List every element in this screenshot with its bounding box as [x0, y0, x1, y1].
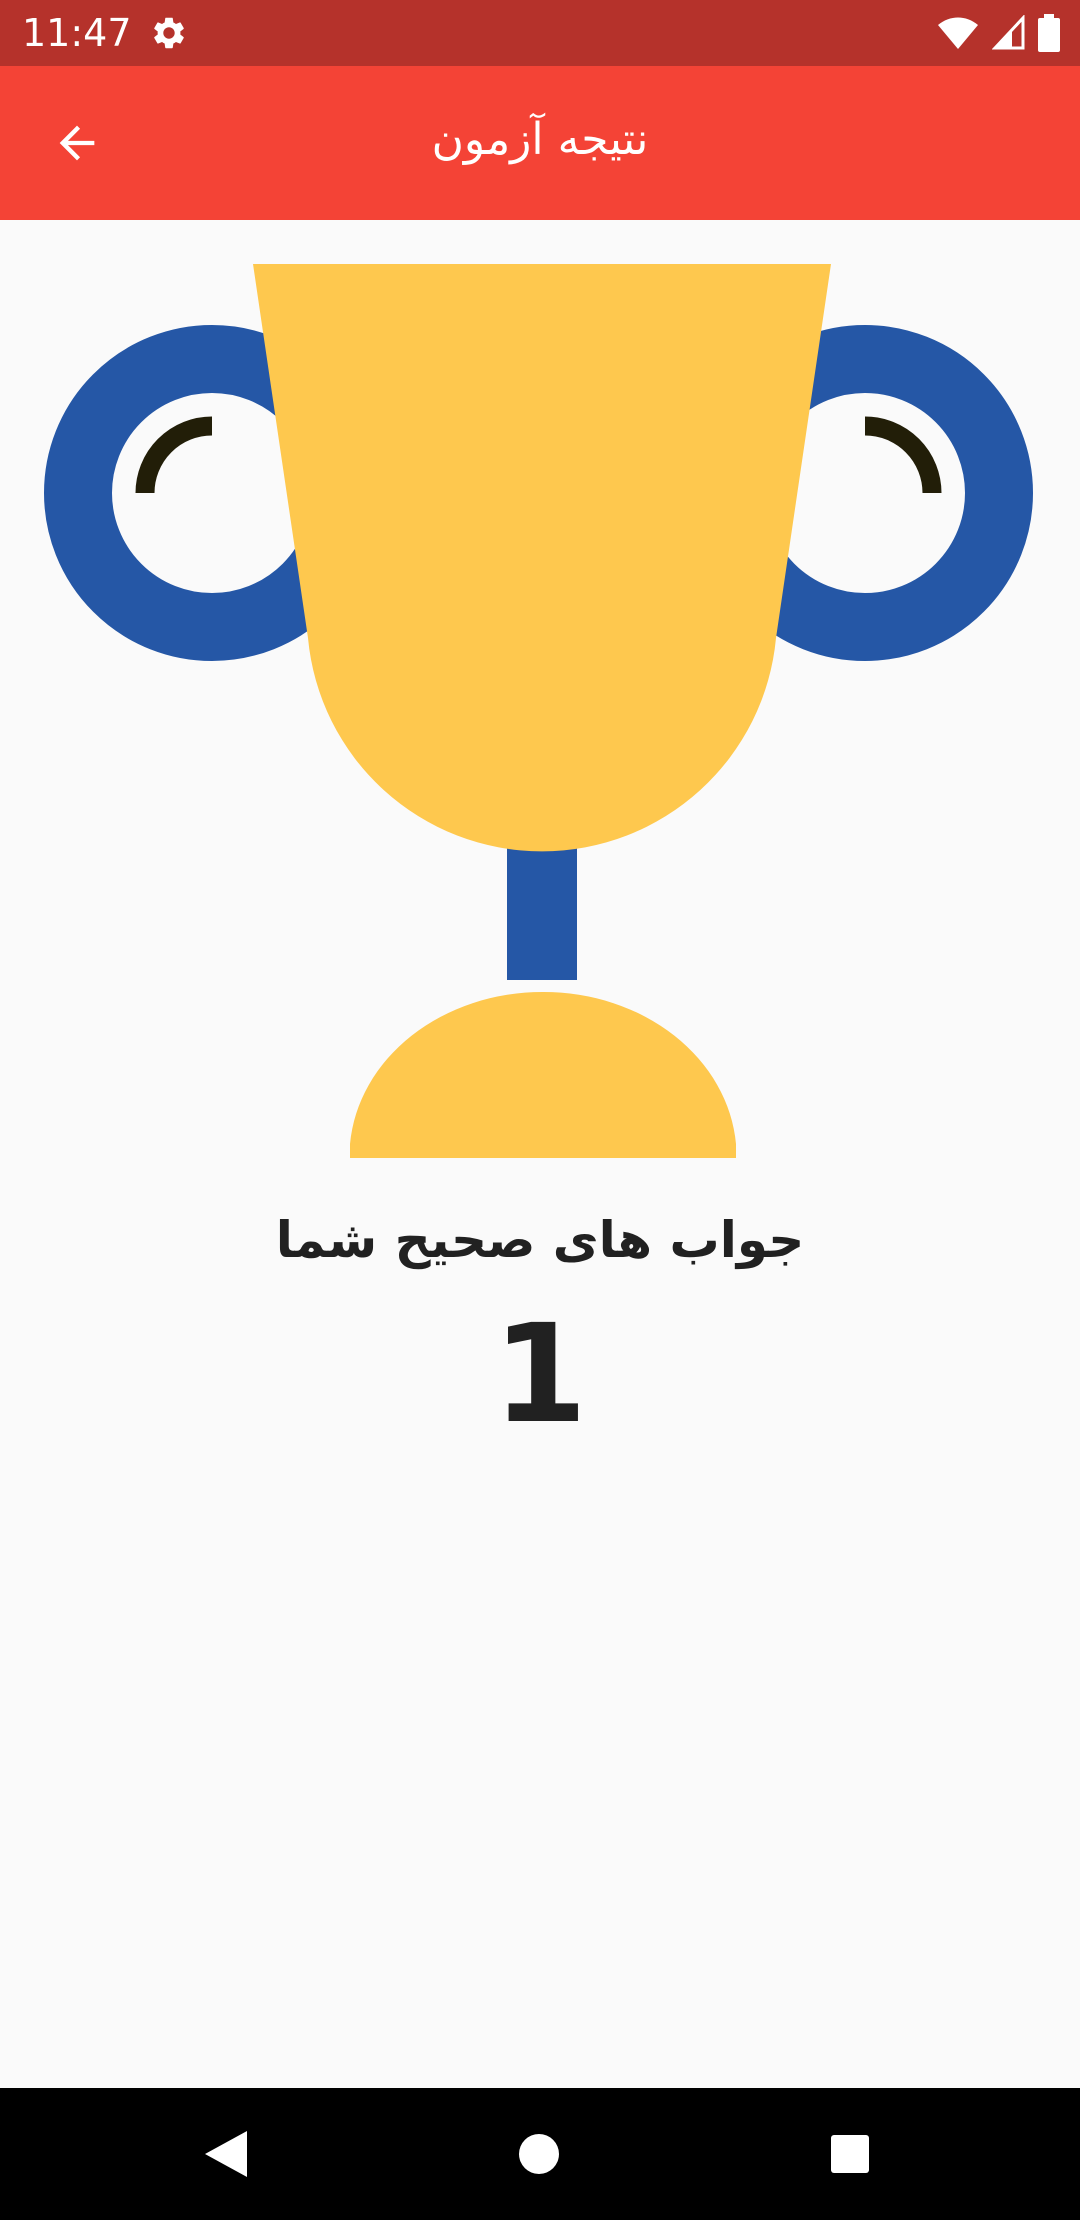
- trophy-cup: [253, 264, 831, 852]
- cellular-signal-icon: [992, 15, 1025, 50]
- trophy-base: [350, 991, 736, 1158]
- system-nav-bar: [0, 2088, 1080, 2220]
- page-title: نتیجه آزمون: [431, 114, 649, 165]
- status-time: 11:47: [22, 11, 132, 55]
- settings-gear-icon: [154, 17, 184, 49]
- battery-icon: [1038, 14, 1060, 52]
- recents-square-icon: [831, 2135, 869, 2173]
- trophy-left-arc: [135, 416, 213, 494]
- status-bar: 11:47: [0, 0, 1080, 66]
- status-icons: [936, 14, 1060, 52]
- correct-answers-count: 1: [492, 1296, 588, 1454]
- wifi-icon: [938, 17, 978, 49]
- app-bar: نتیجه آزمون: [0, 66, 1080, 220]
- trophy-right-arc: [864, 416, 942, 494]
- nav-recents-button[interactable]: [814, 2118, 886, 2190]
- nav-home-button[interactable]: [503, 2118, 575, 2190]
- trophy-icon: [44, 264, 1033, 1158]
- correct-answers-label: جواب های صحیح شما: [275, 1211, 805, 1269]
- nav-back-button[interactable]: [190, 2118, 262, 2190]
- home-circle-icon: [519, 2134, 559, 2174]
- back-triangle-icon: [205, 2131, 247, 2177]
